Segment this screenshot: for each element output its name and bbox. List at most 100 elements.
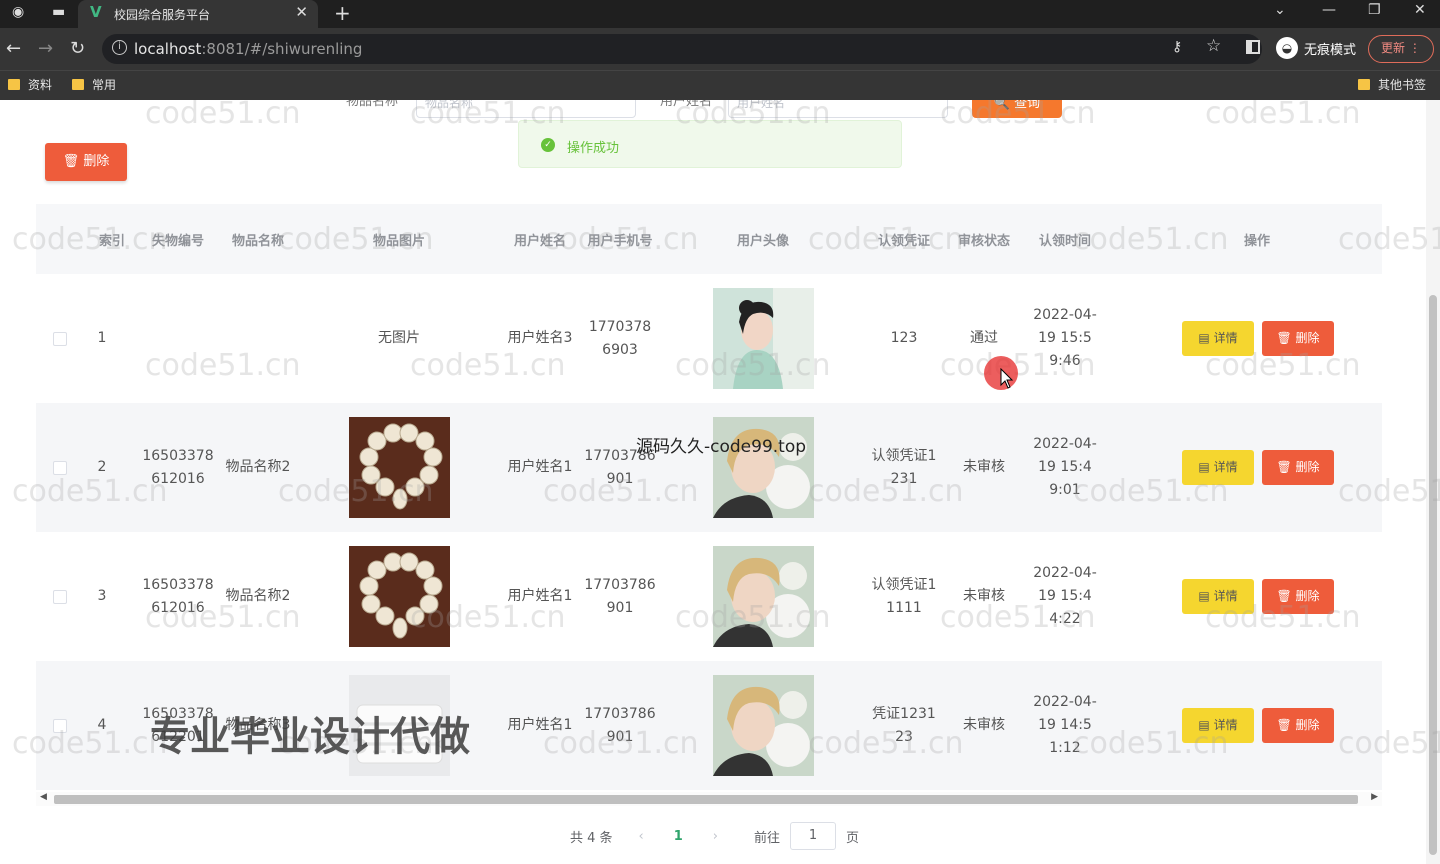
cell-item-name (218, 274, 298, 403)
scroll-left-icon[interactable]: ◀ (40, 792, 47, 802)
col-voucher: 认领凭证 (877, 233, 930, 249)
minimize-icon[interactable]: — (1322, 2, 1336, 18)
col-phone: 用户手机号 (587, 233, 653, 249)
detail-button[interactable]: ▤ 详情 (1182, 321, 1254, 356)
delete-button[interactable]: 🗑 删除 (1262, 708, 1334, 743)
table-row: 2 16503378612016 物品名称2 用户姓名1 17703786901 (36, 403, 1382, 532)
tab-overview-icon[interactable]: ▬ (52, 4, 65, 20)
detail-button[interactable]: ▤ 详情 (1182, 708, 1254, 743)
address-bar[interactable]: i localhost:8081/#/shiwurenling (102, 34, 1262, 64)
delete-button[interactable]: 🗑 删除 (1262, 321, 1334, 356)
batch-delete-button[interactable]: 🗑 删除 (45, 143, 127, 181)
back-icon[interactable]: ← (6, 38, 21, 59)
row-checkbox[interactable] (53, 461, 67, 475)
delete-button[interactable]: 🗑 删除 (1262, 579, 1334, 614)
restore-icon[interactable]: ❐ (1368, 2, 1381, 18)
cell-index: 2 (97, 459, 107, 475)
row-actions: ▤ 详情 🗑 删除 (1182, 532, 1334, 661)
goto-page-input[interactable]: 1 (790, 822, 837, 850)
close-window-icon[interactable]: ✕ (1414, 2, 1426, 18)
row-checkbox[interactable] (53, 719, 67, 733)
detail-button[interactable]: ▤ 详情 (1182, 450, 1254, 485)
col-time: 认领时间 (1038, 233, 1091, 249)
vertical-scrollbar[interactable] (1426, 100, 1440, 864)
row-checkbox[interactable] (53, 590, 67, 604)
page-suffix: 页 (846, 830, 860, 846)
user-name-input[interactable]: 用户姓名 (728, 100, 948, 118)
browser-toolbar: ← → ↻ i localhost:8081/#/shiwurenling (0, 28, 1440, 70)
vue-favicon-icon: V (90, 3, 102, 21)
user-avatar[interactable] (712, 675, 814, 776)
cell-item-image (298, 403, 500, 532)
cell-user-name: 用户姓名1 (507, 588, 573, 604)
cell-time: 2022-04-19 15:44:22 (1033, 565, 1097, 627)
other-bookmarks[interactable]: 其他书签 (1358, 76, 1426, 93)
cell-phone: 17703786901 (584, 447, 656, 487)
folder-icon (1358, 79, 1370, 90)
delete-button[interactable]: 🗑 删除 (1262, 450, 1334, 485)
next-page-icon[interactable]: › (713, 829, 718, 844)
tab-search-icon[interactable]: ⌄ (1274, 2, 1286, 18)
cell-voucher: 认领凭证1231 (871, 447, 937, 487)
new-tab-icon[interactable]: + (334, 1, 351, 25)
horizontal-scrollbar[interactable]: ◀ ▶ (36, 792, 1382, 806)
item-image-beads[interactable] (348, 546, 450, 647)
prev-page-icon[interactable]: ‹ (639, 829, 644, 844)
cell-time: 2022-04-19 15:59:46 (1033, 307, 1097, 369)
success-toast: ✓ 操作成功 (518, 120, 902, 168)
cell-phone: 17703786901 (584, 705, 656, 745)
cell-time: 2022-04-19 15:49:01 (1033, 436, 1097, 498)
page-number[interactable]: 1 (674, 829, 683, 844)
check-circle-icon: ✓ (541, 138, 555, 152)
cell-item-name: 物品名称2 (225, 588, 291, 604)
incognito-indicator[interactable]: ◒ 无痕模式 (1276, 36, 1356, 60)
bookmarks-bar: 资料 常用 其他书签 (0, 70, 1440, 100)
cell-lost-id (138, 274, 218, 403)
site-info-icon[interactable]: i (112, 40, 127, 55)
bookmark-folder-2[interactable]: 常用 (72, 76, 116, 93)
tab-title: 校园综合服务平台 (114, 8, 211, 22)
reload-icon[interactable]: ↻ (70, 38, 85, 59)
col-status: 审核状态 (957, 233, 1010, 249)
query-button[interactable]: 🔍 查询 (972, 100, 1062, 118)
pagination: 共 4 条 ‹ 1 › 前往 1 页 (570, 822, 859, 850)
side-panel-icon[interactable] (1246, 40, 1260, 54)
browser-tabbar: ◉ ▬ V 校园综合服务平台 ✕ + ⌄ — ❐ ✕ (0, 0, 1440, 28)
cell-user-name: 用户姓名3 (507, 330, 573, 346)
row-actions: ▤ 详情 🗑 删除 (1182, 403, 1334, 532)
scroll-right-icon[interactable]: ▶ (1371, 792, 1378, 802)
cell-user-name: 用户姓名1 (507, 717, 573, 733)
item-image-beads[interactable] (348, 417, 450, 518)
horizontal-scroll-thumb[interactable] (54, 795, 1358, 804)
goto-label: 前往 (754, 830, 781, 846)
site-watermark: 源码久久-code99.top (636, 437, 807, 457)
cell-voucher: 123 (890, 330, 918, 346)
cell-time: 2022-04-19 14:51:12 (1033, 694, 1097, 756)
tab-close-icon[interactable]: ✕ (295, 3, 308, 21)
user-avatar[interactable] (712, 546, 814, 647)
user-avatar[interactable] (712, 288, 814, 389)
bookmark-star-icon[interactable]: ☆ (1206, 36, 1221, 56)
col-lost-id: 失物编号 (151, 233, 204, 249)
browser-menu-icon[interactable]: ◉ (12, 4, 24, 20)
cell-index: 3 (97, 588, 107, 604)
cell-avatar (712, 403, 814, 532)
item-name-input[interactable]: 物品名称 (416, 100, 636, 118)
toast-message: 操作成功 (567, 141, 620, 156)
cell-user-name: 用户姓名1 (507, 459, 573, 475)
item-name-label: 物品名称 (346, 100, 399, 109)
cell-phone: 17703786901 (584, 576, 656, 616)
update-button[interactable]: 更新 ⋮ (1368, 35, 1434, 63)
browser-tab[interactable]: V 校园综合服务平台 ✕ (78, 0, 318, 28)
data-table: 索引 失物编号 物品名称 物品图片 用户姓名 用户手机号 用户头像 认领凭证 审… (36, 204, 1382, 864)
detail-button[interactable]: ▤ 详情 (1182, 579, 1254, 614)
forward-icon[interactable]: → (38, 38, 53, 59)
cell-avatar (712, 661, 814, 790)
bookmark-folder-1[interactable]: 资料 (8, 76, 52, 93)
row-checkbox[interactable] (53, 332, 67, 346)
folder-icon (72, 79, 84, 90)
vertical-scroll-thumb[interactable] (1429, 295, 1437, 855)
password-key-icon[interactable]: ⚷ (1172, 39, 1182, 55)
cell-voucher: 认领凭证11111 (871, 576, 937, 616)
cell-index: 4 (97, 717, 107, 733)
